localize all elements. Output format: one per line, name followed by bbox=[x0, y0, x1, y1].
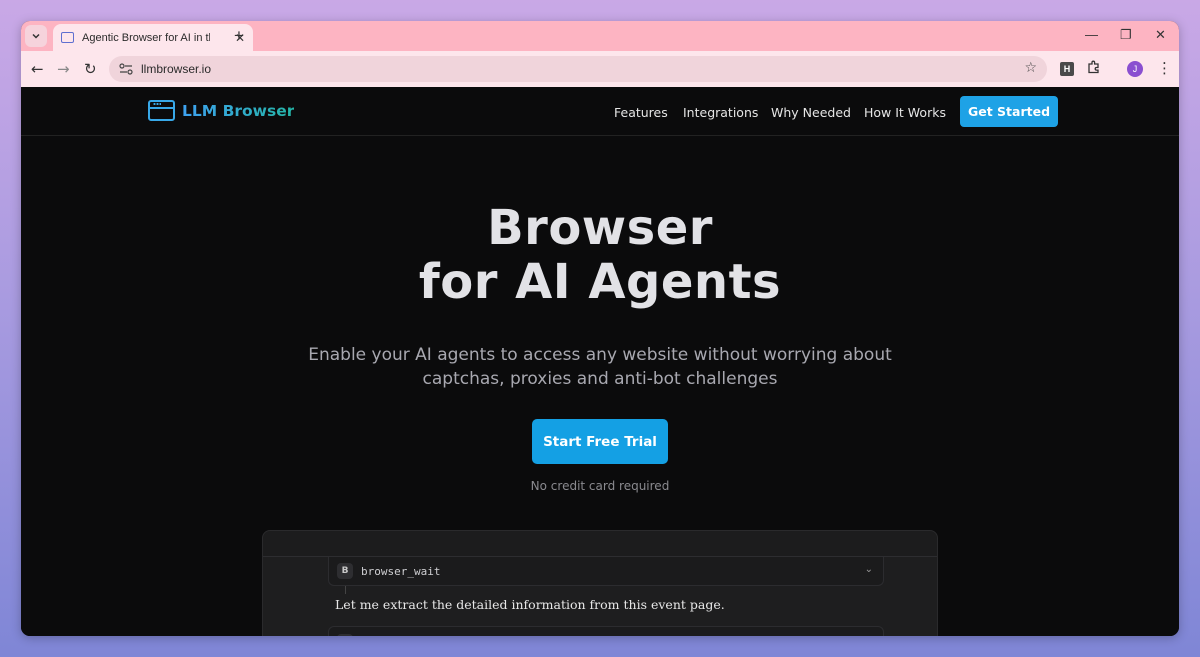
no-credit-card-note: No credit card required bbox=[530, 479, 670, 493]
restore-icon[interactable]: ❐ bbox=[1120, 27, 1132, 43]
browser-window: Agentic Browser for AI in the Cl ✕ + — ❐… bbox=[21, 21, 1179, 636]
hero-title-line1: Browser bbox=[487, 200, 713, 256]
address-bar[interactable]: llmbrowser.io ☆ bbox=[109, 56, 1047, 82]
tool-call-row[interactable]: B browser_wait ⌄ bbox=[328, 557, 884, 586]
browser-window-icon bbox=[148, 100, 175, 121]
avatar[interactable]: J bbox=[1127, 61, 1143, 77]
new-tab-button[interactable]: + bbox=[234, 26, 244, 46]
hero-title-line2: for AI Agents bbox=[418, 254, 782, 310]
demo-chat-panel: B browser_wait ⌄ Let me extract the deta… bbox=[262, 530, 938, 636]
back-arrow-icon[interactable]: ← bbox=[31, 60, 44, 78]
puzzle-icon[interactable] bbox=[1087, 60, 1101, 78]
demo-panel-header bbox=[263, 531, 937, 557]
reload-icon[interactable]: ↻ bbox=[84, 60, 97, 78]
nav-link-integrations[interactable]: Integrations bbox=[683, 105, 758, 120]
chevron-down-icon[interactable]: ⌄ bbox=[865, 564, 873, 575]
nav-link-how-it-works[interactable]: How It Works bbox=[864, 105, 946, 120]
tool-badge-icon bbox=[337, 634, 353, 636]
nav-link-why-needed[interactable]: Why Needed bbox=[771, 105, 851, 120]
assistant-message: Let me extract the detailed information … bbox=[335, 597, 725, 612]
forward-arrow-icon[interactable]: → bbox=[57, 60, 70, 78]
tab-strip: Agentic Browser for AI in the Cl ✕ + — ❐… bbox=[21, 21, 1179, 51]
close-window-icon[interactable]: ✕ bbox=[1155, 27, 1166, 43]
hero-subtitle-line1: Enable your AI agents to access any webs… bbox=[308, 345, 892, 365]
chevron-down-icon bbox=[32, 33, 40, 39]
tab-search-button[interactable] bbox=[25, 25, 47, 47]
web-page: LLM Browser Features Integrations Why Ne… bbox=[21, 87, 1179, 636]
logo-text: LLM Browser bbox=[182, 101, 295, 120]
tool-call-row[interactable] bbox=[328, 626, 884, 636]
site-settings-icon[interactable] bbox=[119, 63, 133, 75]
minimize-icon[interactable]: — bbox=[1085, 27, 1098, 42]
connector-line bbox=[345, 586, 346, 594]
nav-link-features[interactable]: Features bbox=[614, 105, 668, 120]
hero-subtitle-line2: captchas, proxies and anti-bot challenge… bbox=[422, 369, 778, 389]
kebab-icon[interactable]: ⋮ bbox=[1157, 59, 1172, 77]
browser-favicon-icon bbox=[61, 32, 74, 43]
browser-toolbar: ← → ↻ llmbrowser.io ☆ H J ⋮ bbox=[21, 51, 1179, 87]
site-header: LLM Browser Features Integrations Why Ne… bbox=[21, 87, 1179, 136]
tool-badge-icon: B bbox=[337, 563, 353, 579]
url-text: llmbrowser.io bbox=[141, 62, 212, 76]
site-logo[interactable]: LLM Browser bbox=[148, 100, 294, 121]
tool-name: browser_wait bbox=[361, 564, 441, 578]
tab-active[interactable]: Agentic Browser for AI in the Cl ✕ bbox=[53, 24, 253, 51]
extension-h-icon[interactable]: H bbox=[1060, 62, 1074, 76]
get-started-button[interactable]: Get Started bbox=[960, 96, 1058, 127]
start-free-trial-button[interactable]: Start Free Trial bbox=[532, 419, 668, 464]
tab-title: Agentic Browser for AI in the Cl bbox=[82, 31, 210, 44]
star-icon[interactable]: ☆ bbox=[1024, 60, 1037, 76]
